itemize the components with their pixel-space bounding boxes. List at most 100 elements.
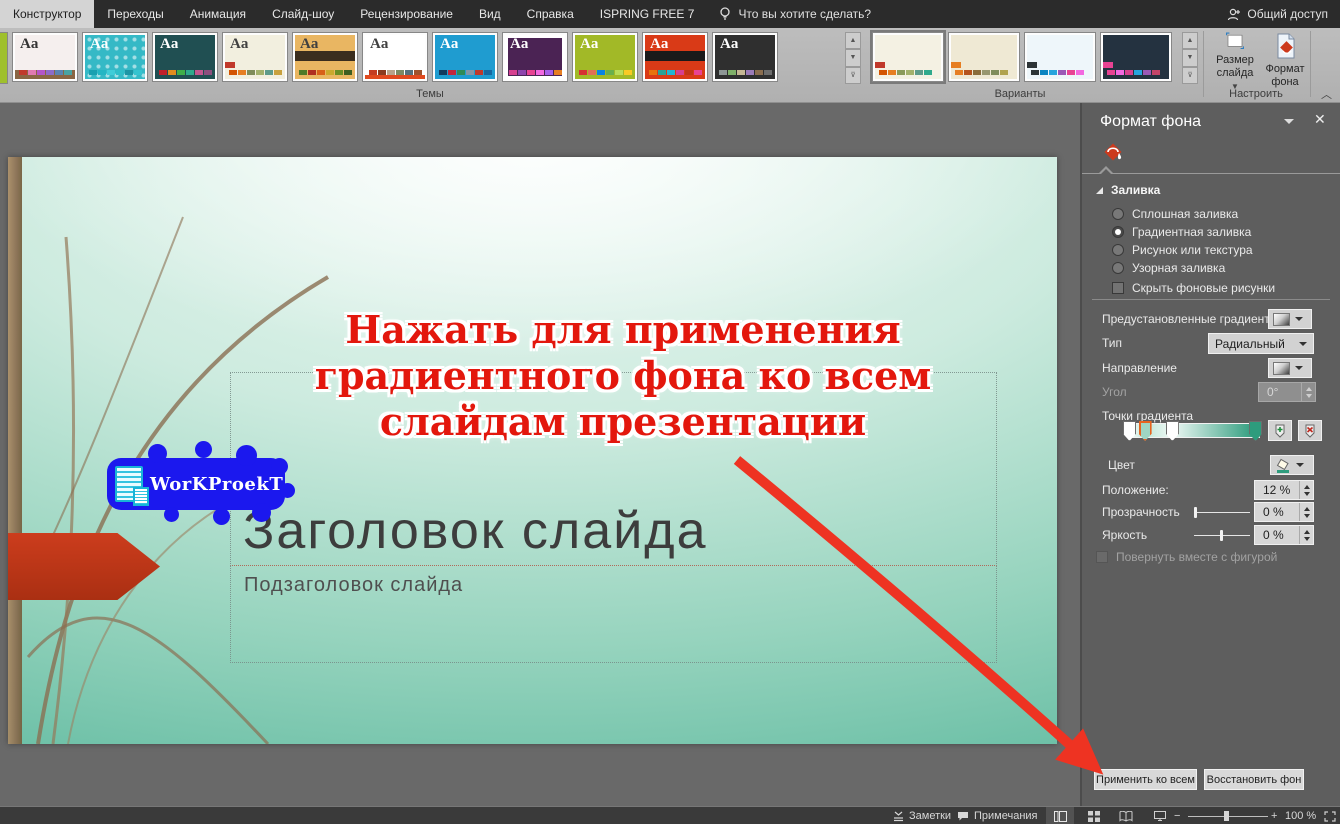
gallery-up-icon[interactable]: ▲ — [845, 32, 861, 49]
pane-menu-caret-icon[interactable] — [1284, 119, 1294, 124]
normal-view-button[interactable] — [1046, 807, 1074, 824]
variant-thumbnail[interactable] — [948, 32, 1020, 82]
ribbon-tab[interactable]: Вид — [466, 0, 514, 28]
fill-option-row[interactable]: Сплошная заливка — [1112, 205, 1253, 223]
theme-underline — [365, 75, 425, 79]
zoom-slider-handle[interactable] — [1224, 811, 1229, 821]
gradient-stop-marker[interactable] — [1123, 421, 1136, 441]
brightness-label: Яркость — [1102, 525, 1147, 545]
zoom-level[interactable]: 100 % — [1285, 807, 1316, 824]
ribbon-tab[interactable]: Рецензирование — [347, 0, 466, 28]
theme-thumbnail[interactable]: Aa — [432, 32, 498, 82]
slide-sorter-view-button[interactable] — [1080, 807, 1108, 824]
hide-background-checkbox-row[interactable]: Скрыть фоновые рисунки — [1112, 279, 1275, 297]
pane-tab-indicator — [1082, 173, 1340, 174]
gallery-more-icon[interactable]: ⊽ — [1182, 67, 1198, 84]
position-spinner[interactable]: 12 % — [1254, 480, 1314, 500]
ribbon-tab[interactable]: ISPRING FREE 7 — [587, 0, 708, 28]
variant-thumbnail[interactable] — [872, 32, 944, 82]
theme-thumbnail[interactable]: Aa — [152, 32, 218, 82]
theme-swatches — [719, 70, 772, 75]
format-background-pane: Формат фона ✕ Заливка Сплошная заливкаГр… — [1080, 103, 1340, 806]
gradient-stop-marker[interactable] — [1139, 421, 1152, 441]
theme-thumbnail[interactable]: Aa — [712, 32, 778, 82]
ribbon-tab[interactable]: Анимация — [177, 0, 259, 28]
gallery-more-icon[interactable]: ⊽ — [845, 67, 861, 84]
fill-option-row[interactable]: Узорная заливка — [1112, 259, 1253, 277]
spinner-arrows-icon[interactable] — [1299, 481, 1313, 499]
preset-gradients-button[interactable] — [1268, 309, 1312, 329]
fill-option-label: Рисунок или текстура — [1132, 243, 1253, 257]
pane-close-icon[interactable]: ✕ — [1314, 111, 1326, 128]
add-gradient-stop-button[interactable] — [1268, 420, 1292, 441]
theme-tag — [225, 62, 235, 68]
comments-icon — [957, 811, 969, 822]
zoom-out-button[interactable]: − — [1174, 807, 1180, 824]
theme-thumbnail[interactable]: Aa — [222, 32, 288, 82]
theme-thumbnail[interactable]: Aa — [362, 32, 428, 82]
spinner-arrows-icon[interactable] — [1299, 503, 1313, 521]
subtitle-placeholder[interactable]: Подзаголовок слайда — [230, 566, 997, 663]
fit-to-window-button[interactable] — [1316, 807, 1340, 824]
slide-subtitle-text: Подзаголовок слайда — [244, 574, 463, 597]
share-button[interactable]: Общий доступ — [1227, 0, 1328, 28]
slideshow-view-button[interactable] — [1146, 807, 1174, 824]
theme-swatches — [439, 70, 492, 75]
slider-handle[interactable] — [1220, 530, 1223, 541]
zoom-in-button[interactable]: + — [1271, 807, 1277, 824]
annotation-line: градиентного фона ко всем — [188, 353, 1057, 399]
paint-bucket-icon — [1100, 139, 1126, 165]
theme-thumbnail-partial[interactable] — [0, 32, 8, 84]
direction-button[interactable] — [1268, 358, 1312, 378]
ribbon-tab[interactable]: Слайд-шоу — [259, 0, 347, 28]
ribbon-tab[interactable]: Справка — [514, 0, 587, 28]
spinner-arrows-icon[interactable] — [1299, 526, 1313, 544]
ribbon-tab[interactable]: Конструктор — [0, 0, 94, 28]
variant-thumbnail[interactable] — [1024, 32, 1096, 82]
transparency-spinner[interactable]: 0 % — [1254, 502, 1314, 522]
slide-canvas[interactable]: Заголовок слайда Подзаголовок слайда Wor… — [8, 157, 1057, 744]
gradient-stop-marker[interactable] — [1249, 421, 1262, 441]
reading-view-button[interactable] — [1112, 807, 1140, 824]
reset-background-button[interactable]: Восстановить фон — [1204, 769, 1304, 790]
theme-swatches — [649, 70, 702, 75]
fill-option-selected[interactable]: Градиентная заливка — [1112, 223, 1253, 241]
theme-thumbnail[interactable]: Aa — [572, 32, 638, 82]
theme-thumbnail[interactable]: Aa — [502, 32, 568, 82]
theme-thumbnail[interactable]: Aa — [292, 32, 358, 82]
remove-gradient-stop-button[interactable] — [1298, 420, 1322, 441]
gallery-up-icon[interactable]: ▲ — [1182, 32, 1198, 49]
ribbon-tabs: КонструкторПереходыАнимацияСлайд-шоуРеце… — [0, 0, 707, 28]
theme-thumbnail[interactable]: Aa — [82, 32, 148, 82]
slideshow-icon — [1154, 811, 1166, 822]
color-button[interactable] — [1270, 455, 1314, 475]
theme-thumbnail[interactable]: Aa — [12, 32, 78, 82]
slide-size-button[interactable]: Размер слайда ▼ — [1208, 31, 1262, 93]
position-value: 12 % — [1255, 483, 1299, 497]
collapse-ribbon-icon[interactable]: ︿ — [1321, 86, 1332, 102]
gradient-stops-slider[interactable] — [1128, 423, 1260, 438]
gallery-down-icon[interactable]: ▼ — [845, 49, 861, 66]
notes-button[interactable]: Заметки — [893, 807, 951, 824]
gallery-down-icon[interactable]: ▼ — [1182, 49, 1198, 66]
gradient-type-dropdown[interactable]: Радиальный — [1208, 333, 1314, 354]
chevron-down-icon — [1296, 463, 1304, 467]
brightness-spinner[interactable]: 0 % — [1254, 525, 1314, 545]
theme-thumbnail[interactable]: Aa — [642, 32, 708, 82]
add-stop-icon — [1273, 423, 1287, 438]
format-background-button[interactable]: Формат фона — [1258, 31, 1312, 93]
comments-button[interactable]: Примечания — [957, 807, 1038, 824]
ribbon-tab[interactable]: Переходы — [94, 0, 176, 28]
transparency-slider[interactable] — [1194, 512, 1250, 513]
gradient-stop-marker[interactable] — [1166, 421, 1179, 441]
gradient-type-value: Радиальный — [1215, 337, 1285, 351]
tell-me-box[interactable]: Что вы хотите сделать? — [707, 0, 883, 28]
fill-option-row[interactable]: Рисунок или текстура — [1112, 241, 1253, 259]
apply-to-all-button[interactable]: Применить ко всем — [1094, 769, 1197, 790]
notes-label: Заметки — [909, 810, 951, 822]
brightness-value: 0 % — [1255, 528, 1299, 542]
slider-handle[interactable] — [1194, 507, 1197, 518]
fill-section-header[interactable]: Заливка — [1096, 183, 1160, 197]
variant-thumbnail[interactable] — [1100, 32, 1172, 82]
brightness-slider[interactable] — [1194, 535, 1250, 536]
